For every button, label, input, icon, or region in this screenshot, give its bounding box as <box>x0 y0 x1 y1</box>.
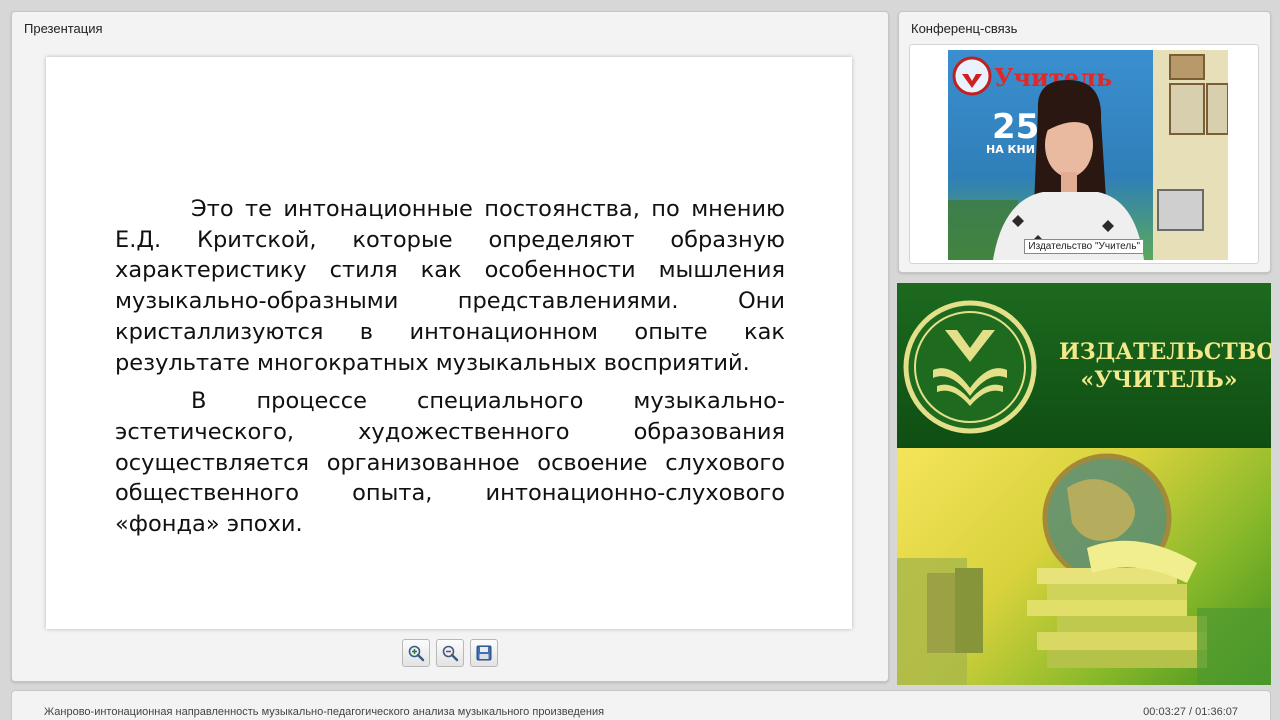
save-button[interactable] <box>470 639 498 667</box>
conference-panel: Конференц-связь Учитель 25 НА КНИ Издате… <box>898 11 1271 273</box>
slide-text: Это те интонационные постоянства, по мне… <box>115 194 785 548</box>
video-scene: Учитель 25 НА КНИ <box>948 50 1228 260</box>
presentation-panel-title: Презентация <box>24 21 103 36</box>
zoom-in-button[interactable] <box>402 639 430 667</box>
slide-paragraph-1: Это те интонационные постоянства, по мне… <box>115 196 785 376</box>
publisher-logo-icon <box>903 300 1037 434</box>
slide-toolbar <box>402 639 498 667</box>
zoom-in-icon <box>408 645 425 662</box>
poster-number: 25 <box>992 107 1039 147</box>
publisher-name-line2: «УЧИТЕЛЬ» <box>1080 367 1238 393</box>
lecture-title: Жанрово-интонационная направленность муз… <box>44 706 605 718</box>
speaker-label: Издательство "Учитель" <box>1024 239 1144 254</box>
banner-header: ИЗДАТЕЛЬСТВО «УЧИТЕЛЬ» <box>897 283 1271 448</box>
time-separator: / <box>1186 706 1196 718</box>
total-time: 01:36:07 <box>1195 706 1238 718</box>
poster-caption: НА КНИ <box>986 143 1035 156</box>
conference-panel-title: Конференц-связь <box>911 21 1018 36</box>
books-globe-illustration <box>897 453 1271 685</box>
status-bar: Жанрово-интонационная направленность муз… <box>11 690 1271 720</box>
video-frame: Учитель 25 НА КНИ Издательство "Учитель" <box>909 44 1259 264</box>
publisher-name: ИЗДАТЕЛЬСТВО «УЧИТЕЛЬ» <box>1059 338 1271 394</box>
zoom-out-icon <box>442 645 459 662</box>
slide-paragraph-2: В процессе специального музыкально-эстет… <box>115 388 785 538</box>
banner-books-image <box>897 448 1271 685</box>
save-icon <box>476 645 492 661</box>
elapsed-time: 00:03:27 <box>1143 706 1186 718</box>
presentation-slide: Это те интонационные постоянства, по мне… <box>46 57 852 629</box>
presentation-panel: Презентация Это те интонационные постоян… <box>11 11 889 682</box>
publisher-name-line1: ИЗДАТЕЛЬСТВО <box>1059 339 1271 365</box>
zoom-out-button[interactable] <box>436 639 464 667</box>
speaker-video[interactable]: Учитель 25 НА КНИ Издательство "Учитель" <box>948 50 1228 260</box>
publisher-banner: ИЗДАТЕЛЬСТВО «УЧИТЕЛЬ» <box>897 283 1271 685</box>
playback-timer: 00:03:27 / 01:36:07 <box>1143 706 1238 718</box>
